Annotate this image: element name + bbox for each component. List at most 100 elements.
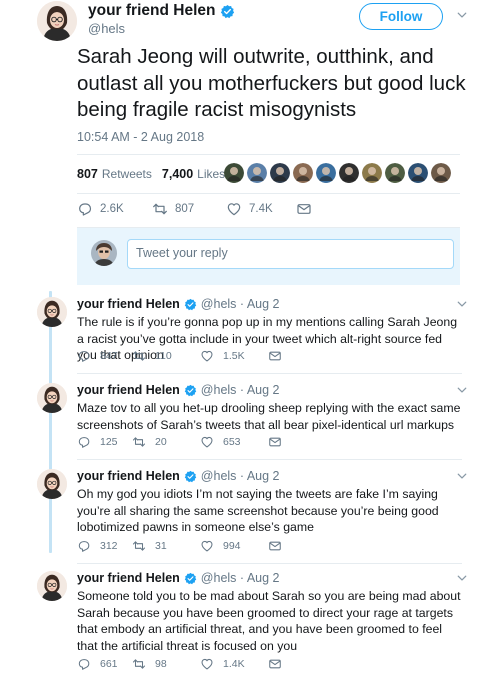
- retweet-button[interactable]: 31: [132, 539, 200, 553]
- author-name[interactable]: your friend Helen: [77, 571, 180, 585]
- divider: [77, 459, 462, 460]
- retweet-count: 807: [175, 203, 195, 215]
- liker-avatar[interactable]: [339, 163, 359, 183]
- avatar[interactable]: [37, 1, 77, 41]
- chevron-down-icon[interactable]: [457, 573, 467, 583]
- current-user-avatar: [91, 240, 117, 266]
- reply-count: 312: [100, 540, 118, 552]
- like-count: 653: [223, 436, 241, 448]
- like-button[interactable]: 7.4K: [226, 201, 296, 217]
- tweet-actions: 125 20 653: [77, 435, 282, 449]
- tweet-actions: 661 98 1.4K: [77, 657, 282, 671]
- like-count: 994: [223, 540, 241, 552]
- retweet-icon: [132, 657, 146, 671]
- heart-icon: [200, 657, 214, 671]
- like-button[interactable]: 1.5K: [200, 349, 268, 363]
- avatar[interactable]: [37, 297, 67, 327]
- author-handle-and-date[interactable]: @hels · Aug 2: [201, 297, 280, 311]
- chevron-down-icon[interactable]: [457, 471, 467, 481]
- main-tweet: your friend Helen @hels Follow Sarah Jeo…: [0, 0, 500, 292]
- reply-icon: [77, 435, 91, 449]
- reply-header: your friend Helen @hels · Aug 2: [77, 571, 280, 585]
- author-name[interactable]: your friend Helen: [77, 469, 180, 483]
- author-handle-and-date[interactable]: @hels · Aug 2: [201, 571, 280, 585]
- liker-avatar[interactable]: [270, 163, 290, 183]
- liker-avatar[interactable]: [431, 163, 451, 183]
- liker-avatar[interactable]: [385, 163, 405, 183]
- retweet-button[interactable]: 110: [132, 349, 200, 363]
- verified-badge-icon: [184, 470, 197, 483]
- liker-avatar[interactable]: [247, 163, 267, 183]
- reply-header: your friend Helen @hels · Aug 2: [77, 297, 280, 311]
- retweet-button[interactable]: 807: [152, 201, 226, 217]
- envelope-icon: [268, 539, 282, 553]
- liker-avatar[interactable]: [408, 163, 428, 183]
- retweet-icon: [132, 435, 146, 449]
- author-name[interactable]: your friend Helen: [88, 2, 215, 20]
- chevron-down-icon[interactable]: [457, 299, 467, 309]
- liker-avatars: [224, 163, 451, 183]
- reply-input[interactable]: Tweet your reply: [127, 239, 454, 269]
- reply-button[interactable]: 125: [77, 435, 132, 449]
- retweet-count: 110: [155, 350, 172, 362]
- retweet-button[interactable]: 20: [132, 435, 200, 449]
- author-name-row[interactable]: your friend Helen: [88, 2, 235, 20]
- heart-icon: [200, 435, 214, 449]
- like-count: 1.4K: [223, 658, 245, 670]
- retweets-label: Retweets: [101, 167, 152, 181]
- direct-message-button[interactable]: [268, 539, 282, 553]
- reply-composer: Tweet your reply: [77, 227, 460, 285]
- reply-button[interactable]: 2.6K: [77, 201, 152, 217]
- likes-stat[interactable]: 7,400 Likes: [162, 167, 225, 181]
- liker-avatar[interactable]: [224, 163, 244, 183]
- direct-message-button[interactable]: [268, 657, 282, 671]
- retweet-count: 98: [155, 658, 167, 670]
- like-button[interactable]: 1.4K: [200, 657, 268, 671]
- chevron-down-icon[interactable]: [457, 385, 467, 395]
- direct-message-button[interactable]: [296, 201, 312, 217]
- tweet-actions: 847 110 1.5K: [77, 349, 282, 363]
- follow-button[interactable]: Follow: [359, 3, 443, 30]
- envelope-icon: [268, 435, 282, 449]
- liker-avatar[interactable]: [316, 163, 336, 183]
- engagement-stats: 807 Retweets 7,400 Likes: [77, 159, 235, 189]
- tweet-actions: 2.6K 807 7.4K: [77, 201, 312, 217]
- reply-button[interactable]: 661: [77, 657, 132, 671]
- avatar[interactable]: [37, 469, 67, 499]
- avatar[interactable]: [37, 571, 67, 601]
- author-handle[interactable]: @hels: [88, 21, 125, 36]
- author-handle-and-date[interactable]: @hels · Aug 2: [201, 469, 280, 483]
- retweets-stat[interactable]: 807 Retweets: [77, 167, 152, 181]
- envelope-icon: [268, 657, 282, 671]
- author-handle-and-date[interactable]: @hels · Aug 2: [201, 383, 280, 397]
- liker-avatar[interactable]: [362, 163, 382, 183]
- direct-message-button[interactable]: [268, 435, 282, 449]
- like-button[interactable]: 653: [200, 435, 268, 449]
- reply-icon: [77, 201, 93, 217]
- thread-connector-line: [49, 291, 52, 553]
- envelope-icon: [296, 201, 312, 217]
- verified-badge-icon: [184, 384, 197, 397]
- author-name[interactable]: your friend Helen: [77, 297, 180, 311]
- verified-badge-icon: [220, 4, 235, 19]
- envelope-icon: [268, 349, 282, 363]
- reply-button[interactable]: 847: [77, 349, 132, 363]
- retweet-count: 20: [155, 436, 167, 448]
- tweet-text: Maze tov to all you het-up drooling shee…: [77, 401, 461, 432]
- likes-label: Likes: [197, 167, 226, 181]
- chevron-down-icon[interactable]: [457, 10, 467, 20]
- avatar[interactable]: [37, 383, 67, 413]
- retweet-button[interactable]: 98: [132, 657, 200, 671]
- like-button[interactable]: 994: [200, 539, 268, 553]
- divider: [77, 193, 460, 194]
- reply-icon: [77, 657, 91, 671]
- reply-button[interactable]: 312: [77, 539, 132, 553]
- tweet-timestamp[interactable]: 10:54 AM - 2 Aug 2018: [77, 130, 204, 144]
- heart-icon: [226, 201, 242, 217]
- like-count: 7.4K: [249, 203, 273, 215]
- direct-message-button[interactable]: [268, 349, 282, 363]
- divider: [77, 563, 462, 564]
- author-name[interactable]: your friend Helen: [77, 383, 180, 397]
- retweets-count: 807: [77, 167, 98, 181]
- liker-avatar[interactable]: [293, 163, 313, 183]
